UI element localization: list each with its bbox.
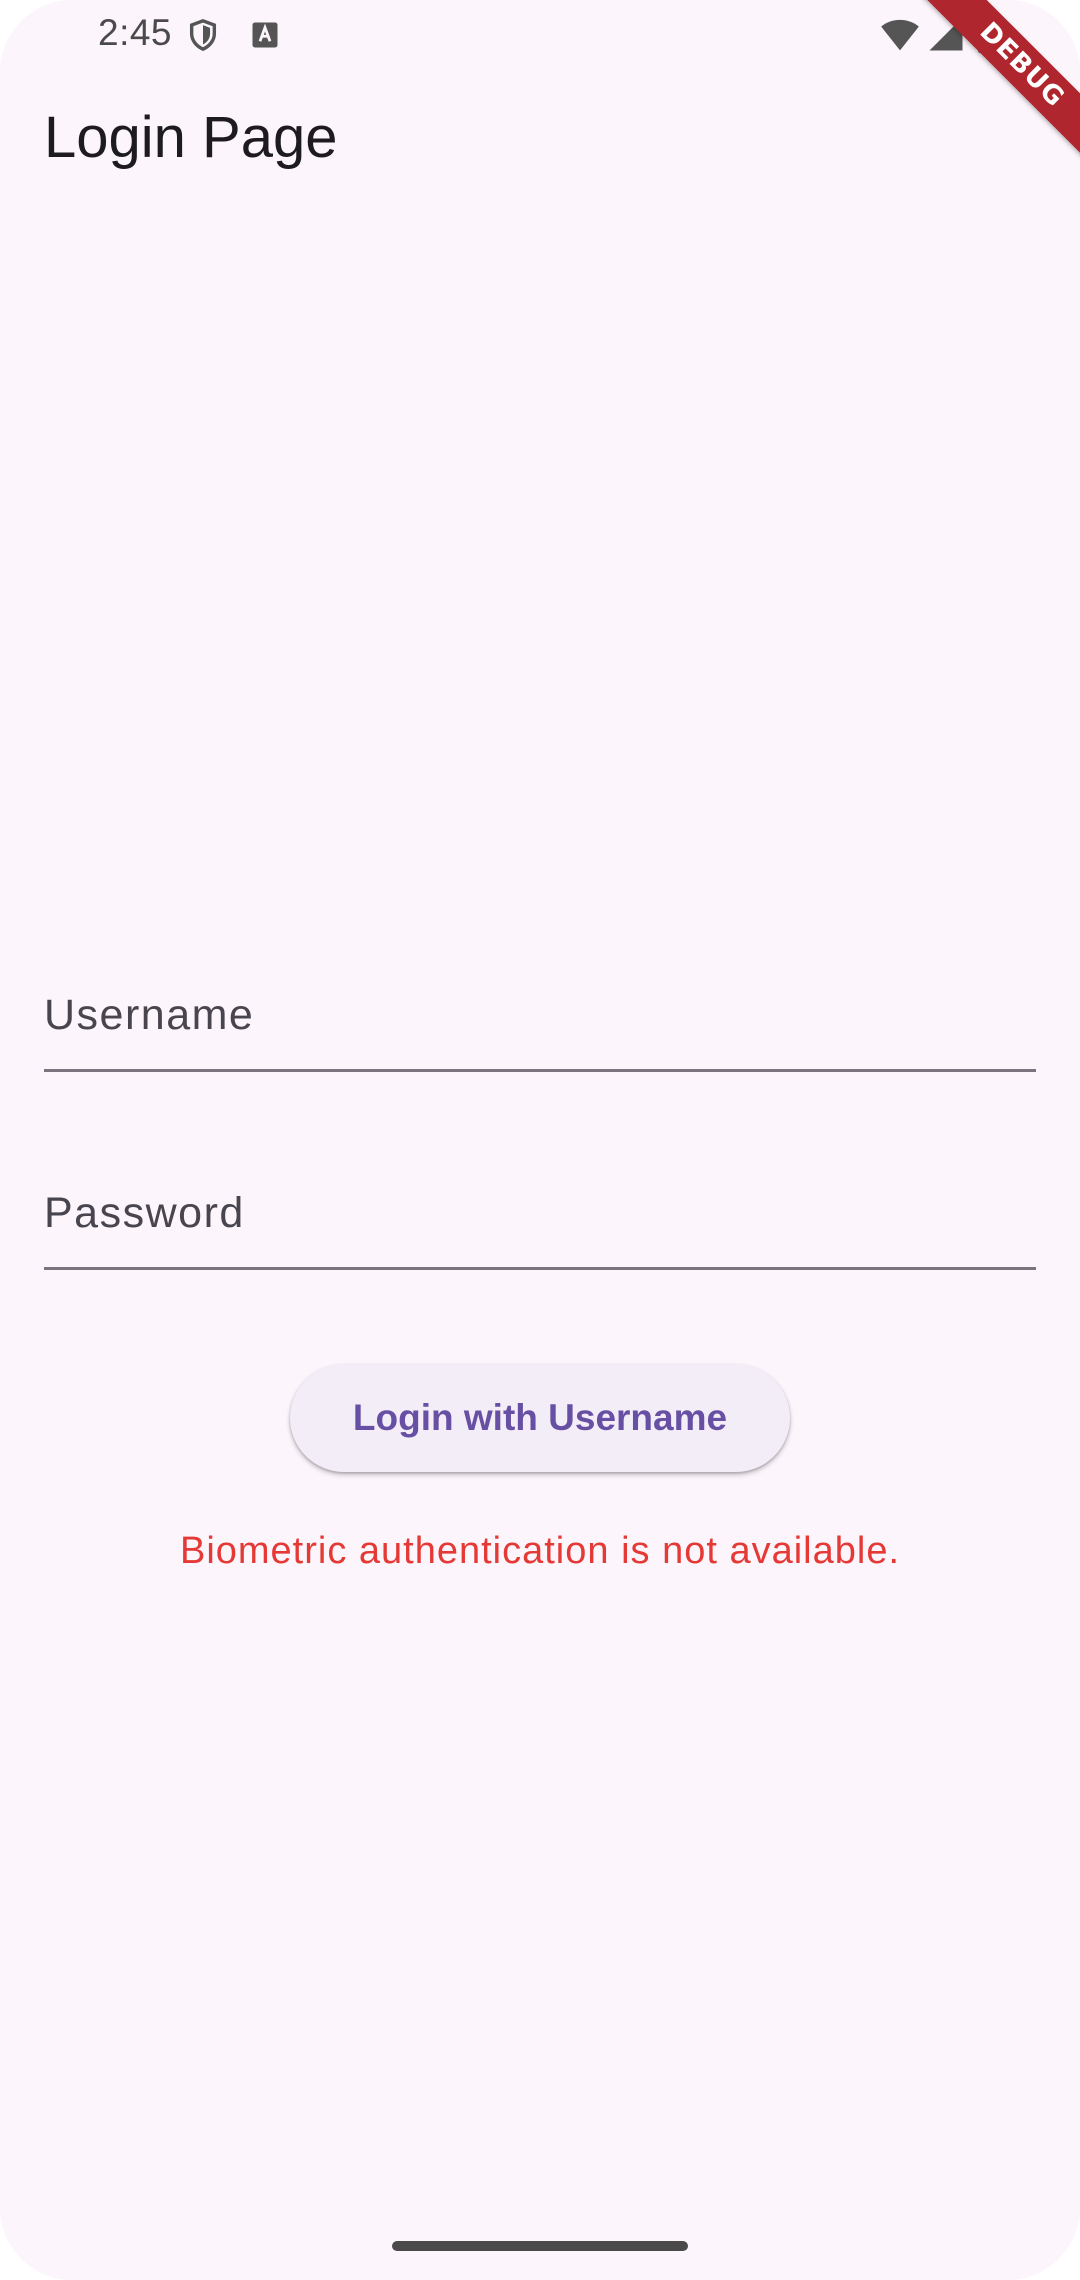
biometric-error-message: Biometric authentication is not availabl… [179, 1530, 901, 1572]
gesture-nav-handle[interactable] [392, 2241, 688, 2251]
username-underline [44, 1069, 1036, 1072]
shield-icon [186, 16, 220, 54]
cell-signal-icon [928, 16, 964, 52]
status-time: 2:45 [98, 12, 173, 53]
username-field[interactable] [44, 962, 1036, 1072]
password-field[interactable] [44, 1160, 1036, 1270]
password-underline [44, 1267, 1036, 1270]
page-title: Login Page [44, 105, 338, 170]
wifi-icon [880, 16, 920, 52]
battery-icon [976, 14, 1000, 54]
status-bar: 2:45 [0, 0, 1080, 68]
login-with-username-button[interactable]: Login with Username [290, 1364, 790, 1472]
keyboard-a-icon [250, 20, 280, 50]
username-input[interactable] [44, 962, 1036, 1068]
password-input[interactable] [44, 1160, 1036, 1266]
login-screen: 2:45 DEBUG Login Page Login with [0, 0, 1080, 2280]
app-bar: Login Page [0, 68, 1080, 214]
